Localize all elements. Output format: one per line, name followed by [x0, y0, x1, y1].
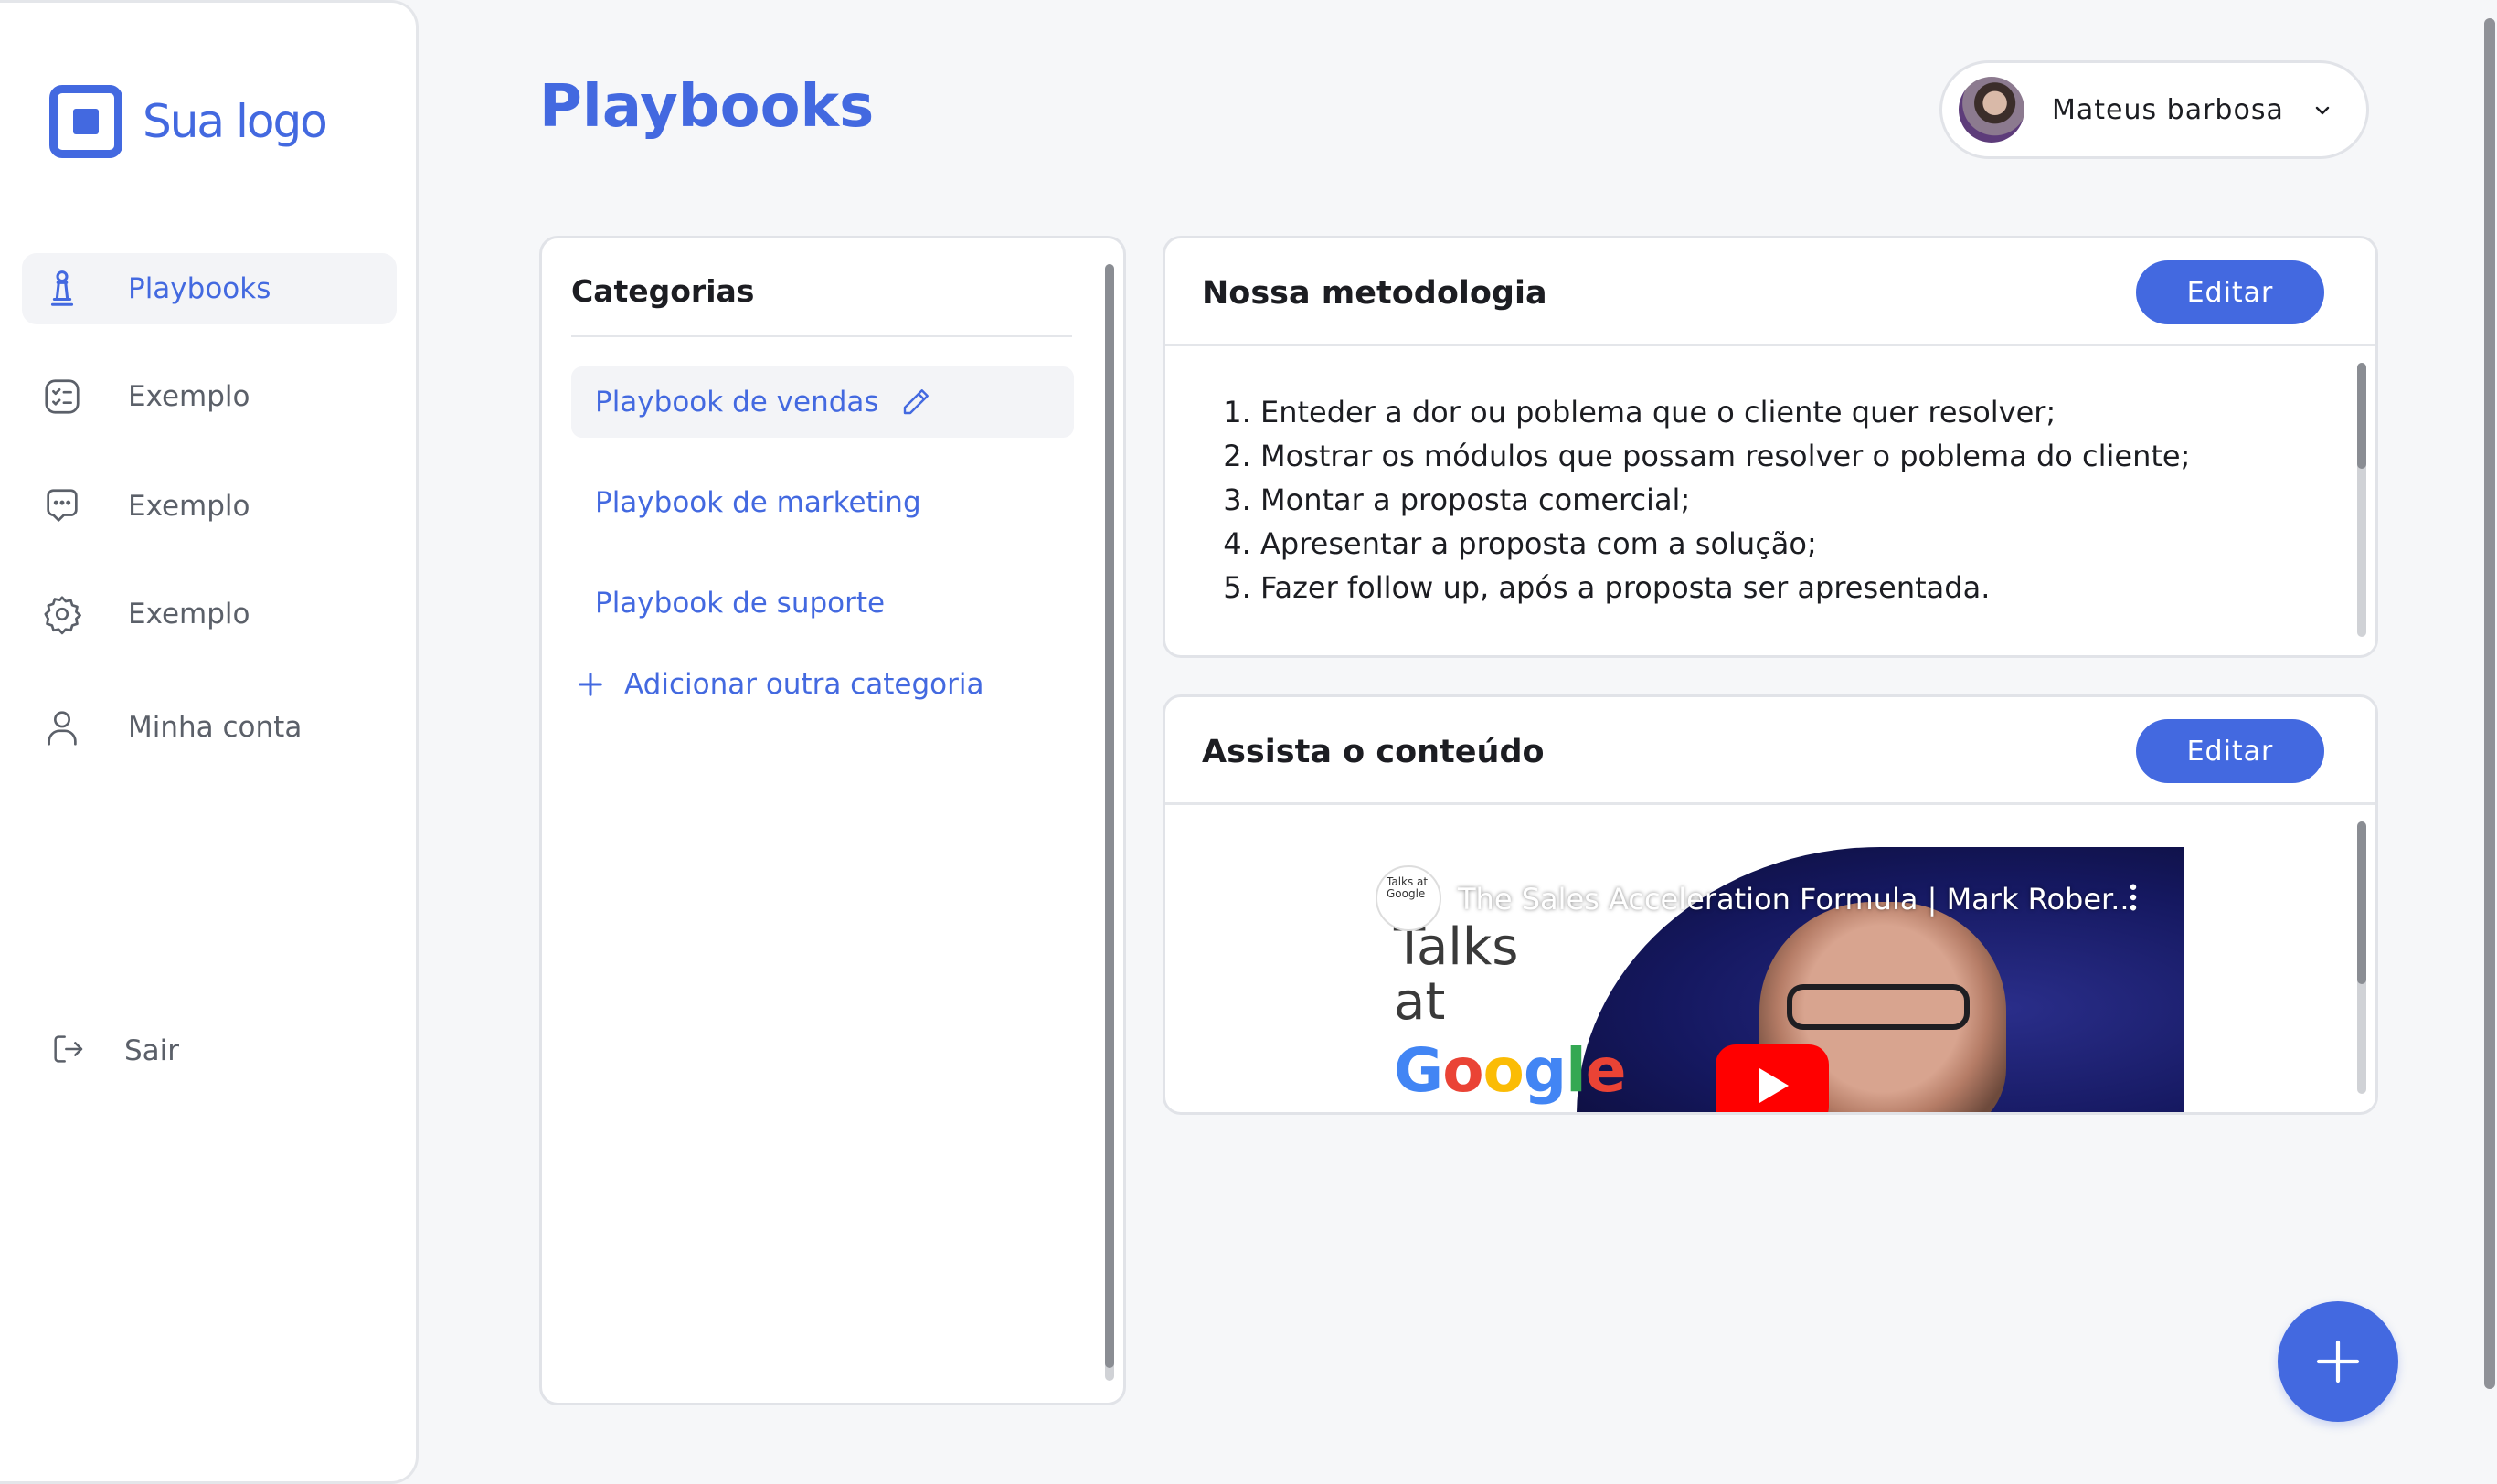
chess-pawn-icon — [40, 267, 84, 311]
sidebar-item-label: Exemplo — [128, 490, 250, 523]
add-category-button[interactable]: Adicionar outra categoria — [577, 668, 983, 701]
list-item: Montar a proposta comercial; — [1260, 478, 2190, 522]
logo[interactable]: Sua logo — [49, 85, 328, 158]
channel-avatar[interactable]: Talks at Google — [1376, 865, 1441, 931]
speaker-glasses — [1787, 984, 1970, 1030]
more-options-icon[interactable] — [2129, 884, 2138, 911]
pencil-icon[interactable] — [899, 386, 932, 419]
plus-icon — [2316, 1340, 2360, 1383]
list-item: Enteder a dor ou poblema que o cliente q… — [1260, 390, 2190, 434]
sidebar-item-exemplo-3[interactable]: Exemplo — [22, 578, 397, 650]
card-header: Nossa metodologia Editar — [1165, 238, 2375, 346]
avatar — [1959, 77, 2024, 143]
categories-scrollbar[interactable] — [1105, 264, 1114, 1381]
methodology-card: Nossa metodologia Editar Enteder a dor o… — [1163, 236, 2378, 658]
categories-title: Categorias — [571, 273, 755, 309]
logo-text: Sua logo — [143, 95, 328, 148]
methodology-scrollbar[interactable] — [2357, 363, 2366, 637]
category-item-vendas[interactable]: Playbook de vendas — [571, 366, 1074, 438]
gear-icon — [40, 592, 84, 636]
category-item-marketing[interactable]: Playbook de marketing — [571, 467, 1074, 538]
list-item: Apresentar a proposta com a solução; — [1260, 522, 2190, 566]
scrollbar-thumb[interactable] — [2357, 363, 2366, 469]
page-scrollbar[interactable] — [2484, 18, 2495, 1389]
category-label: Playbook de suporte — [595, 587, 886, 620]
page-title: Playbooks — [539, 73, 875, 141]
edit-methodology-button[interactable]: Editar — [2136, 260, 2324, 324]
sidebar-item-label: Exemplo — [128, 598, 250, 631]
sidebar-item-minha-conta[interactable]: Minha conta — [22, 692, 397, 763]
category-item-suporte[interactable]: Playbook de suporte — [571, 567, 1074, 639]
divider — [571, 335, 1072, 337]
methodology-list: Enteder a dor ou poblema que o cliente q… — [1220, 390, 2190, 610]
list-item: Mostrar os módulos que possam resolver o… — [1260, 434, 2190, 478]
video-player[interactable]: Talks at Google Talks at Google The Sale… — [1357, 847, 2184, 1112]
plus-icon — [579, 673, 602, 696]
sidebar-item-label: Exemplo — [128, 380, 250, 413]
content-card: Assista o conteúdo Editar Talks at Googl… — [1163, 694, 2378, 1115]
scrollbar-thumb[interactable] — [2357, 822, 2366, 984]
add-fab-button[interactable] — [2278, 1301, 2398, 1422]
logout-icon — [49, 1031, 86, 1071]
user-name: Mateus barbosa — [2052, 93, 2284, 126]
video-title[interactable]: The Sales Acceleration Formula | Mark Ro… — [1458, 882, 2139, 917]
content-scrollbar[interactable] — [2357, 822, 2366, 1094]
sidebar-item-playbooks[interactable]: Playbooks — [22, 253, 397, 324]
play-button-icon[interactable] — [1716, 1044, 1829, 1112]
card-title: Assista o conteúdo — [1202, 734, 1545, 770]
video-area: Talks at Google Talks at Google The Sale… — [1165, 805, 2375, 1112]
category-label: Playbook de vendas — [595, 386, 879, 419]
scrollbar-thumb[interactable] — [1105, 264, 1114, 1368]
sidebar-item-exemplo-1[interactable]: Exemplo — [22, 361, 397, 432]
logo-mark-icon — [49, 85, 122, 158]
sidebar-item-label: Playbooks — [128, 272, 271, 305]
sidebar-item-exemplo-2[interactable]: Exemplo — [22, 471, 397, 542]
checklist-icon — [40, 375, 84, 419]
user-icon — [40, 705, 84, 749]
categories-panel: Categorias Playbook de vendas Playbook d… — [539, 236, 1126, 1405]
talks-at-google-wordmark: Talks at — [1394, 917, 1519, 1032]
category-label: Playbook de marketing — [595, 486, 921, 519]
chevron-down-icon — [2315, 106, 2330, 115]
edit-content-button[interactable]: Editar — [2136, 719, 2324, 783]
logout-button[interactable]: Sair — [49, 1031, 179, 1071]
google-wordmark: Google — [1394, 1035, 1627, 1106]
sidebar: Sua logo Playbooks Exemplo Exemplo Exemp… — [0, 0, 419, 1484]
sidebar-item-label: Minha conta — [128, 711, 303, 744]
list-item: Fazer follow up, após a proposta ser apr… — [1260, 566, 2190, 610]
logout-label: Sair — [124, 1034, 180, 1067]
user-menu[interactable]: Mateus barbosa — [1939, 60, 2369, 159]
chat-bubble-icon — [40, 484, 84, 528]
card-header: Assista o conteúdo Editar — [1165, 697, 2375, 805]
card-title: Nossa metodologia — [1202, 275, 1547, 312]
add-category-label: Adicionar outra categoria — [624, 668, 984, 701]
